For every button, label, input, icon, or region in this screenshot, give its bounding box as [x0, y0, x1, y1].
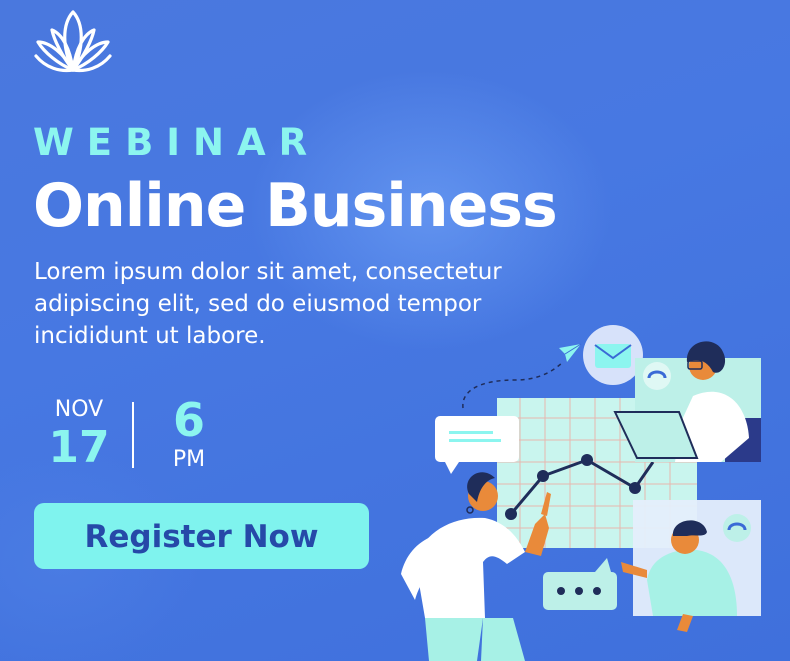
event-date: NOV 17 [34, 396, 124, 472]
date-day: 17 [48, 422, 110, 473]
date-time-divider [132, 402, 134, 468]
date-month: NOV [54, 397, 104, 422]
register-now-button[interactable]: Register Now [34, 503, 369, 569]
page-title: Online Business [33, 171, 558, 241]
webinar-banner: WEBINAR Online Business Lorem ipsum dolo… [0, 0, 790, 661]
paper-plane-icon [559, 343, 582, 362]
time-hour: 6 [172, 393, 205, 447]
event-time: 6 PM [158, 394, 220, 474]
typing-dots-icon [543, 558, 617, 610]
lotus-logo-icon [34, 10, 112, 73]
envelope-icon [594, 344, 632, 368]
webinar-label: WEBINAR [33, 121, 321, 164]
business-meeting-illustration [401, 325, 761, 661]
time-period: PM [172, 447, 206, 472]
